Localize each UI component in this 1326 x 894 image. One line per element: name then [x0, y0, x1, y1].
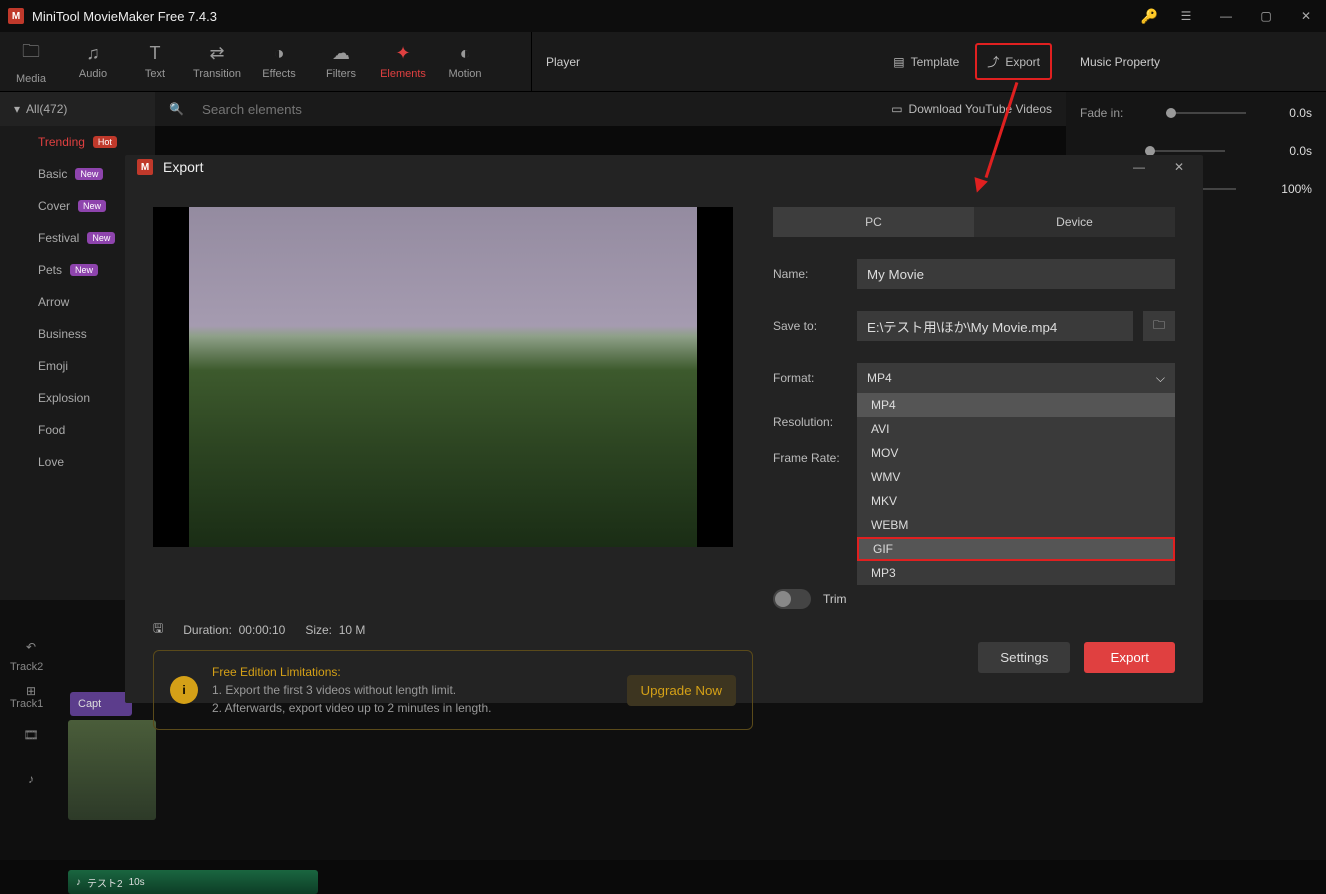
- badge: New: [78, 200, 106, 212]
- export-preview: [153, 207, 733, 547]
- undo-icon[interactable]: ↶: [26, 640, 36, 654]
- format-option-mp3[interactable]: MP3: [857, 561, 1175, 585]
- format-option-wmv[interactable]: WMV: [857, 465, 1175, 489]
- chevron-down-icon: ⌵: [1156, 371, 1165, 386]
- text-icon: T: [150, 43, 161, 64]
- caption-clip[interactable]: Capt: [70, 692, 132, 716]
- export-dialog: M Export — ✕ PC Device Name: Save to: 🗀 F…: [125, 155, 1203, 703]
- framerate-label: Frame Rate:: [773, 451, 847, 465]
- info-icon: i: [170, 676, 198, 704]
- upload-icon: ⤴: [987, 53, 999, 70]
- download-youtube-button[interactable]: ▭Download YouTube Videos: [891, 102, 1052, 116]
- minimize-icon[interactable]: —: [1214, 4, 1238, 28]
- titlebar: M MiniTool MovieMaker Free 7.4.3 🔑 ☰ — ▢…: [0, 0, 1326, 32]
- filters-icon: ☁: [332, 43, 350, 64]
- save-to-label: Save to:: [773, 319, 847, 333]
- format-dropdown: MP4AVIMOVWMVMKVWEBMGIFMP3: [857, 393, 1175, 585]
- video-icon: ▭: [891, 102, 902, 116]
- format-select[interactable]: MP4⌵ MP4AVIMOVWMVMKVWEBMGIFMP3: [857, 363, 1175, 393]
- app-icon: M: [137, 159, 153, 175]
- text-button[interactable]: TText: [124, 32, 186, 92]
- transition-icon: ⇄: [209, 43, 224, 64]
- format-option-webm[interactable]: WEBM: [857, 513, 1175, 537]
- search-input[interactable]: [202, 102, 873, 117]
- hamburger-icon[interactable]: ☰: [1174, 4, 1198, 28]
- badge: Hot: [93, 136, 117, 148]
- layers-icon: ▤: [893, 55, 904, 69]
- folder-icon: 🗀: [1153, 316, 1165, 337]
- format-option-mkv[interactable]: MKV: [857, 489, 1175, 513]
- transition-button[interactable]: ⇄Transition: [186, 32, 248, 92]
- format-option-gif[interactable]: GIF: [857, 537, 1175, 561]
- player-label: Player: [546, 55, 580, 69]
- fade-out-slider[interactable]: [1145, 150, 1225, 152]
- badge: New: [70, 264, 98, 276]
- audio-clip[interactable]: ♪ テスト2 10s: [68, 870, 318, 894]
- format-option-avi[interactable]: AVI: [857, 417, 1175, 441]
- trim-toggle[interactable]: [773, 589, 811, 609]
- audio-track-icon: ♪: [28, 772, 34, 786]
- app-icon: M: [8, 8, 24, 24]
- sidebar-item-trending[interactable]: TrendingHot: [0, 126, 155, 158]
- trim-label: Trim: [823, 592, 847, 606]
- save-to-input[interactable]: [857, 311, 1133, 341]
- media-button[interactable]: 🗀Media: [0, 32, 62, 92]
- badge: New: [75, 168, 103, 180]
- track1-label: Track1: [10, 698, 43, 710]
- fade-in-label: Fade in:: [1080, 106, 1123, 120]
- format-option-mov[interactable]: MOV: [857, 441, 1175, 465]
- maximize-icon[interactable]: ▢: [1254, 4, 1278, 28]
- motion-icon: ◐: [460, 43, 471, 64]
- chevron-down-icon: ▾: [14, 102, 20, 116]
- add-track-icon[interactable]: ⊞: [26, 684, 36, 698]
- badge: New: [87, 232, 115, 244]
- close-icon[interactable]: ✕: [1294, 4, 1318, 28]
- format-option-mp4[interactable]: MP4: [857, 393, 1175, 417]
- tab-device[interactable]: Device: [974, 207, 1175, 237]
- music-property-label: Music Property: [1080, 55, 1160, 69]
- format-label: Format:: [773, 371, 847, 385]
- filters-button[interactable]: ☁Filters: [310, 32, 372, 92]
- effects-button[interactable]: ◑Effects: [248, 32, 310, 92]
- name-input[interactable]: [857, 259, 1175, 289]
- upgrade-button[interactable]: Upgrade Now: [627, 675, 737, 706]
- track2-label: Track2: [10, 661, 43, 673]
- tab-pc[interactable]: PC: [773, 207, 974, 237]
- export-button[interactable]: ⤴Export: [975, 43, 1052, 80]
- dialog-close-icon[interactable]: ✕: [1167, 155, 1191, 179]
- folder-icon: 🗀: [22, 39, 40, 69]
- dialog-minimize-icon[interactable]: —: [1127, 155, 1151, 179]
- sparkle-icon: ✦: [395, 43, 410, 64]
- key-icon[interactable]: 🔑: [1141, 8, 1158, 25]
- motion-button[interactable]: ◐Motion: [434, 32, 496, 92]
- toolbar: 🗀Media ♫Audio TText ⇄Transition ◑Effects…: [0, 32, 1326, 92]
- film-icon: 🎞: [23, 728, 38, 742]
- settings-button[interactable]: Settings: [978, 642, 1070, 673]
- audio-button[interactable]: ♫Audio: [62, 32, 124, 92]
- template-button[interactable]: ▤Template: [893, 55, 959, 69]
- video-clip[interactable]: [68, 720, 156, 820]
- do-export-button[interactable]: Export: [1084, 642, 1175, 673]
- music-icon: ♫: [86, 43, 100, 64]
- sidebar-all[interactable]: ▾All(472): [0, 92, 155, 126]
- fade-in-slider[interactable]: [1166, 112, 1246, 114]
- resolution-label: Resolution:: [773, 415, 847, 429]
- name-label: Name:: [773, 267, 847, 281]
- dialog-title: Export: [163, 159, 203, 175]
- app-title: MiniTool MovieMaker Free 7.4.3: [32, 9, 217, 24]
- limitation-notice: i Free Edition Limitations: 1. Export th…: [153, 650, 753, 730]
- browse-button[interactable]: 🗀: [1143, 311, 1175, 341]
- save-icon: 🖫: [153, 619, 163, 640]
- effects-icon: ◑: [274, 43, 285, 64]
- elements-button[interactable]: ✦Elements: [372, 32, 434, 92]
- search-icon: 🔍: [169, 102, 184, 116]
